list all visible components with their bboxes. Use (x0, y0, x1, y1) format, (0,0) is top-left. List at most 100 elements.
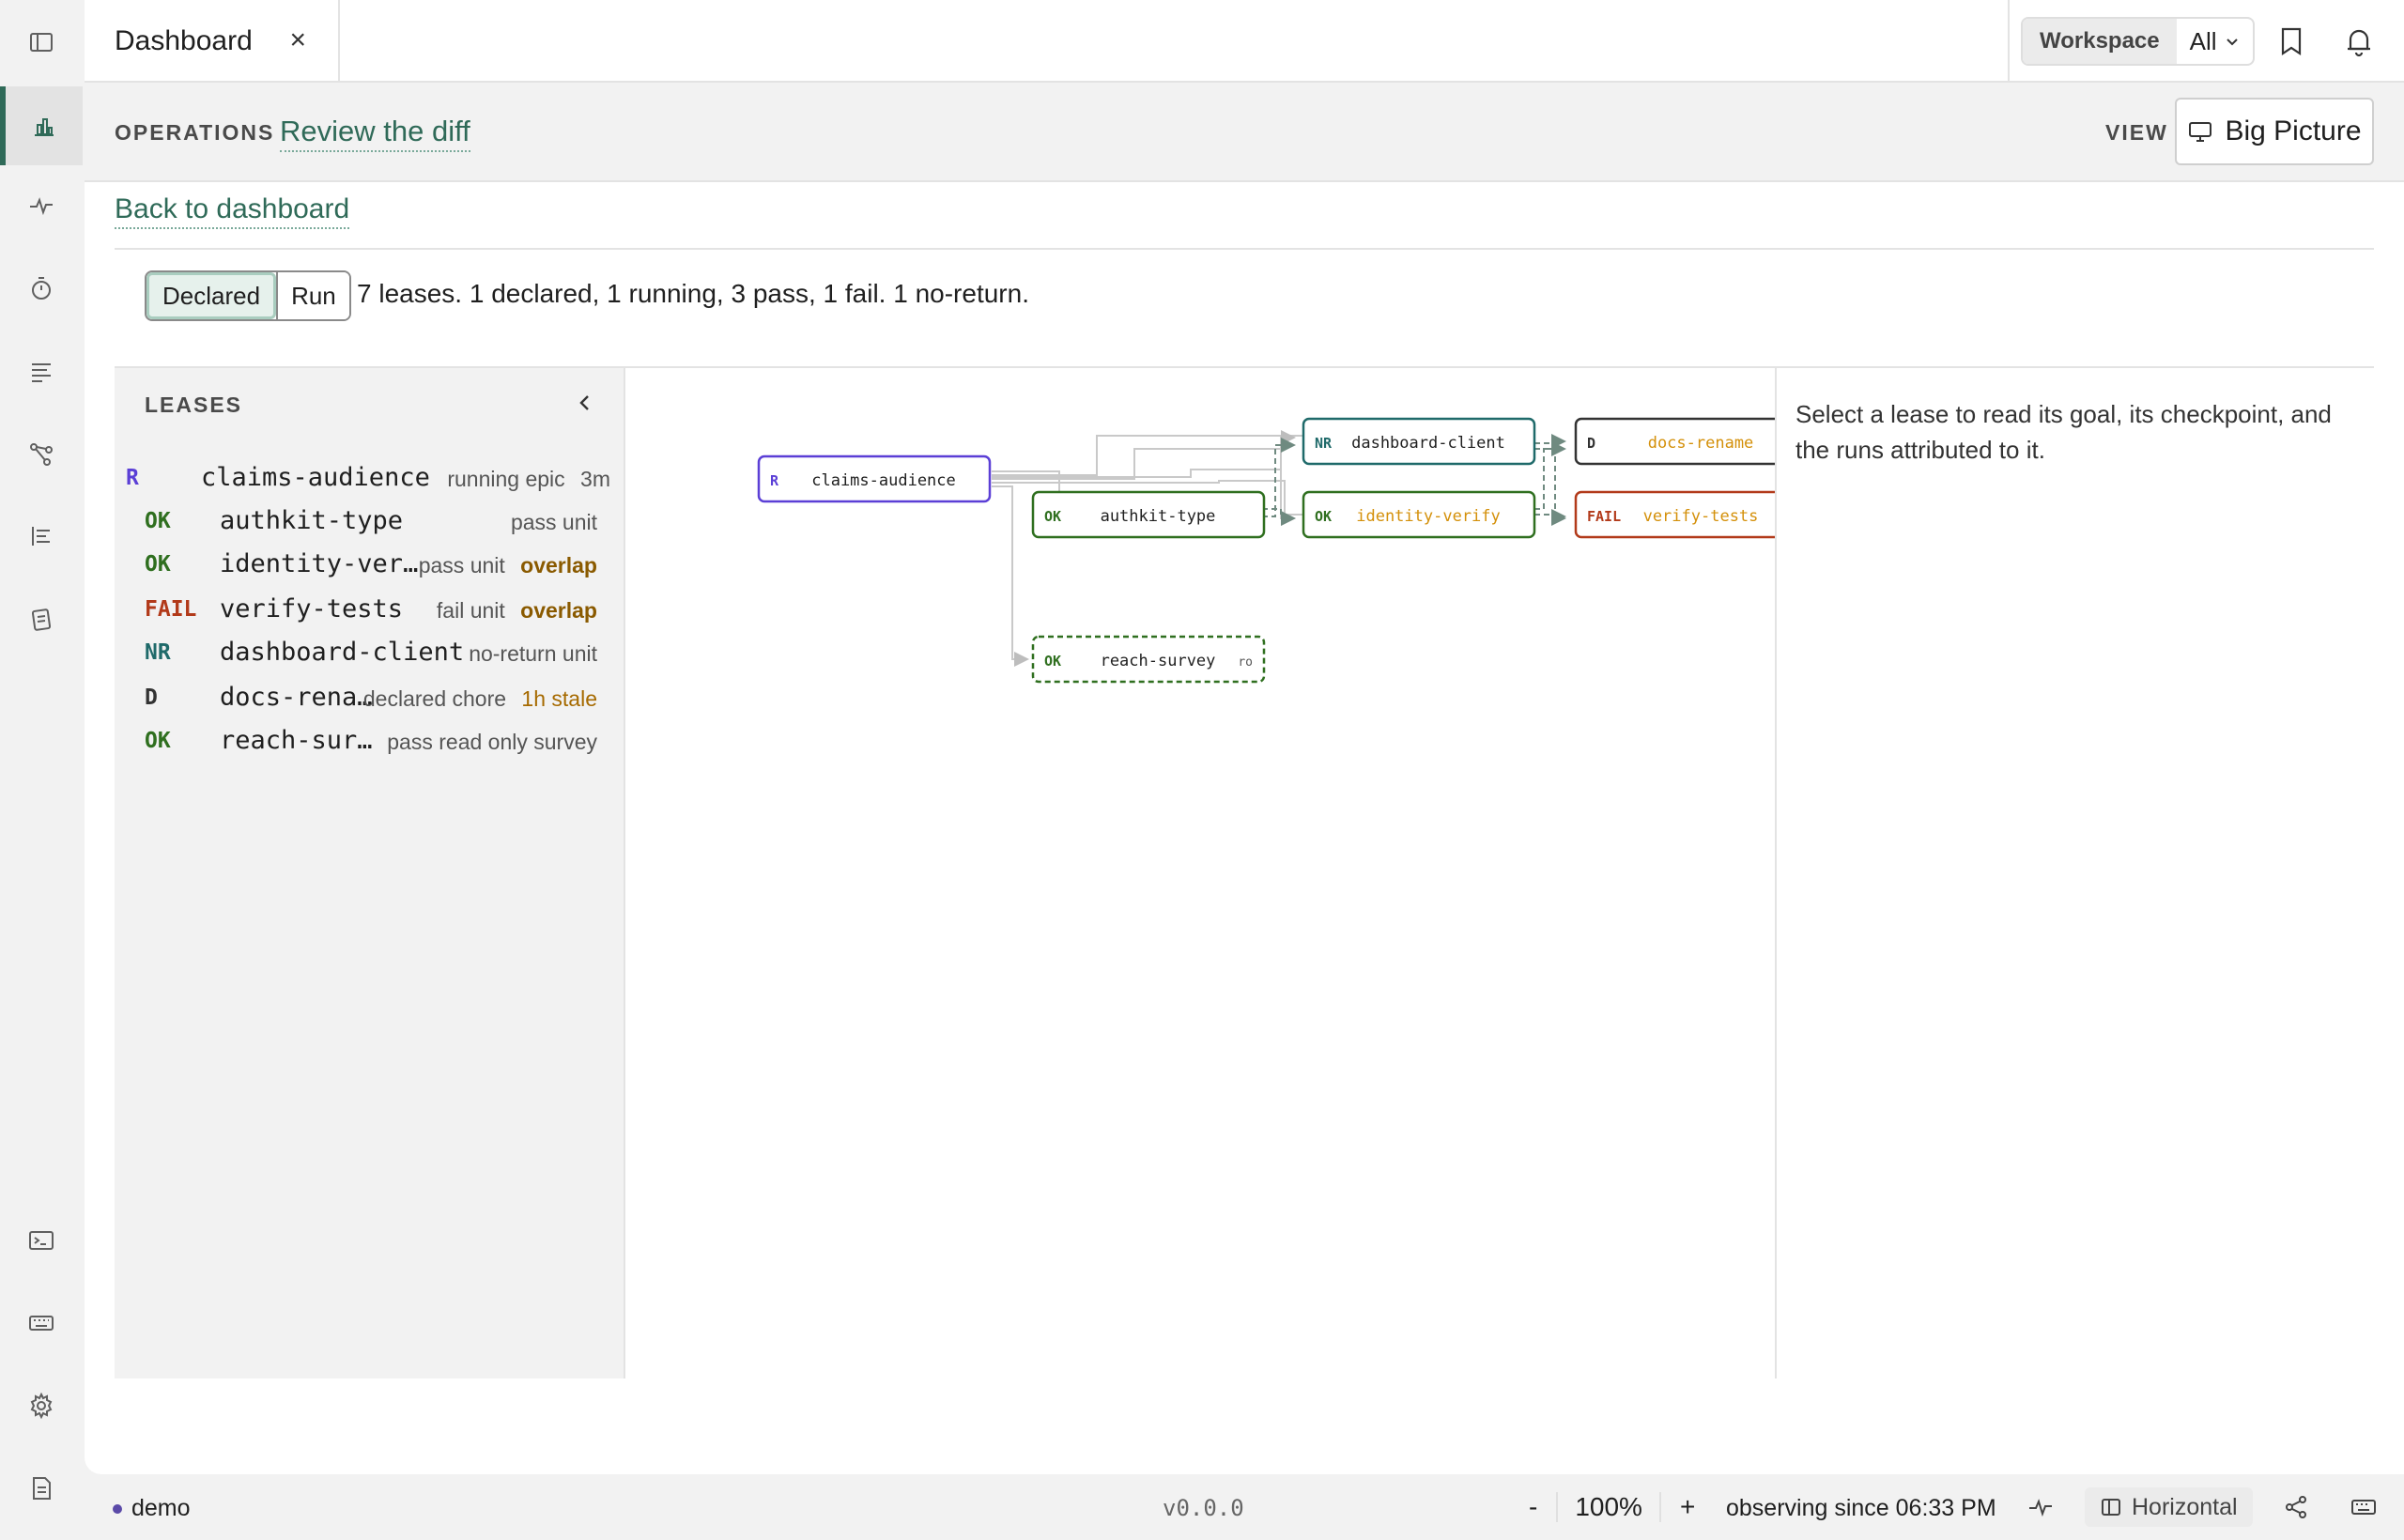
lease-meta: declared chore 1h stale (363, 686, 597, 712)
back-to-dashboard-link[interactable]: Back to dashboard (115, 193, 350, 229)
lease-row[interactable]: NR dashboard-client no-return unit (115, 633, 625, 676)
tab-title: Dashboard (115, 25, 253, 56)
layout-toggle[interactable]: Horizontal (2085, 1487, 2253, 1527)
review-diff-link[interactable]: Review the diff (280, 115, 470, 152)
lease-kind: pass unit (510, 510, 597, 534)
lease-meta: pass unit (511, 510, 597, 535)
lease-status: NR (145, 640, 171, 665)
lease-status: R (126, 466, 139, 490)
lease-row[interactable]: OK reach-sur… pass read only survey (115, 721, 625, 764)
graph-node[interactable]: Rclaims-audience (757, 454, 992, 503)
graph-node-label: reach-survey (1101, 652, 1216, 670)
graph-node[interactable]: OK identity-verify (1302, 490, 1536, 539)
monitor-icon (2189, 122, 2212, 142)
mode-toggle: Declared Run (145, 270, 351, 321)
graph-node-label: dashboard-client (1351, 434, 1505, 453)
lease-name: docs-rena… (220, 683, 373, 712)
graph-node-status: NR (1315, 435, 1333, 452)
lease-flag: overlap (514, 553, 597, 578)
big-picture-button[interactable]: Big Picture (2175, 98, 2374, 165)
terminal-icon[interactable] (0, 1202, 83, 1279)
lease-row[interactable]: Rclaims-audience running epic 3m (115, 458, 625, 501)
settings-icon[interactable] (0, 1367, 83, 1444)
big-picture-label: Big Picture (2225, 116, 2362, 146)
zoom-controls: - 100% + (1529, 1489, 1695, 1525)
share-icon[interactable] (2282, 1493, 2310, 1521)
lease-graph[interactable]: Rclaims-audience OK authkit-type NR dashboar… (627, 368, 1809, 1378)
left-rail (0, 0, 83, 1540)
graph-node[interactable]: OK reach-survey ro (1031, 635, 1266, 684)
lease-name: dashboard-client (220, 638, 465, 667)
divider (115, 248, 2374, 250)
lease-status: OK (145, 552, 171, 577)
graph-node-status: OK (1044, 508, 1061, 525)
zoom-in-button[interactable]: + (1680, 1492, 1695, 1522)
run-toggle[interactable]: Run (276, 272, 349, 319)
toggle-sidebar-icon[interactable] (0, 4, 83, 81)
dashboard-icon[interactable] (0, 86, 83, 165)
graph-node-tag: ro (1238, 655, 1253, 670)
lease-kind: pass read only survey (387, 730, 597, 754)
bell-icon[interactable] (2342, 24, 2376, 58)
lease-row[interactable]: OK authkit-type pass unit (115, 501, 625, 545)
sub-header: OPERATIONS Review the diff VIEW Big Pict… (85, 83, 2404, 182)
lease-flag: 3m (574, 467, 610, 491)
timer-icon[interactable] (0, 250, 83, 327)
main-panel: Dashboard × Workspace All OPERATIONS Rev… (85, 0, 2404, 1474)
graph-node[interactable]: NR dashboard-client (1302, 417, 1536, 466)
workspace-selector[interactable]: Workspace All (2021, 17, 2255, 66)
graph-node[interactable]: FAIL verify-tests (1574, 490, 1809, 539)
collapse-panel-icon[interactable] (573, 391, 597, 415)
clipboard-icon[interactable] (0, 580, 83, 657)
environment-indicator[interactable]: demo (113, 1495, 191, 1522)
timeline-icon[interactable] (0, 498, 83, 575)
close-tab-icon[interactable]: × (289, 24, 306, 56)
lease-name: authkit-type (220, 506, 404, 535)
workspace-select[interactable]: All (2177, 19, 2253, 64)
lease-row[interactable]: OK identity-ver… pass unit overlap (115, 545, 625, 588)
lease-meta: fail unit overlap (437, 598, 597, 624)
lease-status: FAIL (145, 597, 197, 622)
lease-graph-canvas: Rclaims-audience OK authkit-type NR dashboar… (757, 417, 1809, 684)
top-right-controls: Workspace All (2008, 0, 2404, 83)
graph-node-label: verify-tests (1643, 507, 1759, 526)
graph-node[interactable]: Ddocs-rename (1574, 417, 1809, 466)
leases-panel: LEASES Rclaims-audience running epic 3m OK… (115, 368, 625, 1378)
graph-icon[interactable] (0, 415, 83, 492)
graph-node[interactable]: OK authkit-type (1031, 490, 1266, 539)
lease-flag: 1h stale (516, 686, 597, 711)
keyboard-shortcuts-icon[interactable] (2350, 1493, 2378, 1521)
lease-summary: 7 leases. 1 declared, 1 running, 3 pass,… (357, 279, 1029, 308)
graph-node-status: D (1587, 435, 1595, 452)
chevron-down-icon (2226, 38, 2238, 46)
declared-toggle[interactable]: Declared (146, 272, 277, 319)
bookmark-icon[interactable] (2274, 24, 2308, 58)
graph-node-status: R (770, 472, 779, 489)
activity-icon[interactable] (0, 167, 83, 244)
graph-node-label: authkit-type (1101, 507, 1216, 526)
environment-label: demo (131, 1495, 191, 1521)
detail-hint: Select a lease to read its goal, its che… (1795, 400, 2332, 464)
zoom-out-button[interactable]: - (1529, 1492, 1537, 1522)
top-bar: Dashboard × Workspace All (85, 0, 2404, 83)
status-bar: demo v0.0.0 - 100% + observing since 06:… (85, 1474, 2404, 1540)
lease-kind: declared chore (362, 686, 507, 711)
graph-node-status: FAIL (1587, 508, 1621, 525)
list-icon[interactable] (0, 332, 83, 409)
graph-nodes: Rclaims-audience OK authkit-type NR dashboar… (757, 417, 1809, 684)
lease-status: D (145, 685, 158, 710)
lease-name: identity-ver… (220, 549, 419, 578)
lease-row[interactable]: Ddocs-rena… declared chore 1h stale (115, 678, 625, 721)
lease-name: reach-sur… (220, 726, 373, 755)
layout-label: Horizontal (2132, 1493, 2238, 1520)
graph-node-label: docs-rename (1648, 434, 1754, 453)
lease-status: OK (145, 729, 171, 753)
keyboard-icon[interactable] (0, 1285, 83, 1362)
pulse-icon[interactable] (2026, 1493, 2055, 1521)
lease-row[interactable]: FAIL verify-tests fail unit overlap (115, 590, 625, 633)
document-icon[interactable] (0, 1450, 83, 1527)
tab-dashboard[interactable]: Dashboard × (85, 0, 340, 83)
view-label: VIEW (2105, 120, 2168, 145)
lease-kind: no-return unit (469, 641, 597, 666)
lease-meta: no-return unit (469, 641, 597, 667)
